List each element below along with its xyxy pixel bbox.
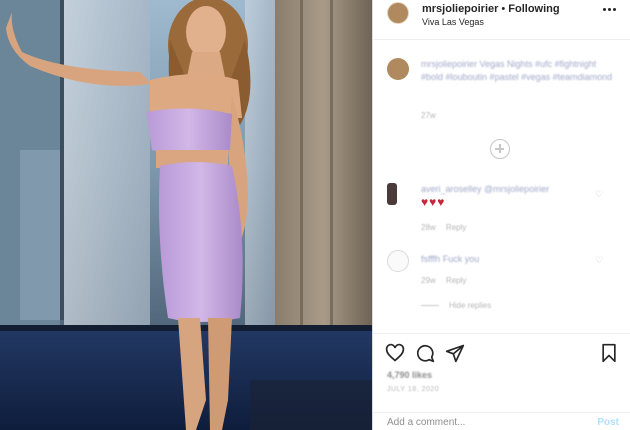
comment-text: averi_aroselley @mrsjoliepoirier ♥♥♥ [421,183,591,210]
caption-time: 27w [421,111,436,120]
plus-circle-icon[interactable] [490,139,510,159]
likes-count[interactable]: 4,790 likes [387,370,432,380]
separator-dot: • [501,3,506,15]
following-button[interactable]: Following [508,3,559,15]
comment-time: 29w [421,276,436,285]
more-icon[interactable] [603,6,617,12]
hide-replies-button[interactable]: Hide replies [421,301,491,310]
comment-meta: 28w Reply [421,223,466,232]
location-link[interactable]: Viva Las Vegas [422,17,484,27]
comment-username[interactable]: averi_aroselley [421,184,482,194]
comment-text: fsfffh Fuck you [421,253,591,266]
comment-body: Fuck you [442,254,480,264]
heart-icon[interactable] [385,343,405,363]
caption-text: mrsjoliepoirier Vegas Nights #ufc #fight… [421,58,616,84]
comment-avatar[interactable] [387,183,397,205]
comment-icon[interactable] [415,343,435,363]
author-line: mrsjoliepoirier • Following [422,3,560,15]
hide-replies-label: Hide replies [449,301,492,310]
author-avatar[interactable] [387,2,409,24]
share-icon[interactable] [445,343,465,363]
comment-hearts: ♥♥♥ [421,195,446,209]
instagram-post: mrsjoliepoirier • Following Viva Las Vegas… [0,0,630,430]
heart-icon[interactable]: ♡ [595,255,603,265]
caption-body: Vegas Nights [479,59,533,69]
comment-meta: 29w Reply [421,276,466,285]
post-side-panel: mrsjoliepoirier • Following Viva Las Vegas… [372,0,630,430]
post-photo[interactable] [0,0,372,430]
comment-time: 28w [421,223,436,232]
comments-list: mrsjoliepoirier Vegas Nights #ufc #fight… [373,41,630,332]
reply-button[interactable]: Reply [446,223,466,232]
add-comment-input[interactable]: Add a comment... [387,417,465,428]
caption-username[interactable]: mrsjoliepoirier [421,59,477,69]
post-actions: 4,790 likes JULY 18, 2020 Add a comment.… [373,333,630,430]
comment-avatar[interactable] [387,250,409,272]
author-username[interactable]: mrsjoliepoirier [422,3,498,15]
post-header: mrsjoliepoirier • Following Viva Las Vegas [373,0,630,40]
photo-illustration [0,0,372,430]
comment-username[interactable]: fsfffh [421,254,440,264]
caption-avatar[interactable] [387,58,409,80]
reply-button[interactable]: Reply [446,276,466,285]
post-date: JULY 18, 2020 [387,386,440,393]
post-comment-button[interactable]: Post [597,417,619,428]
bookmark-icon[interactable] [599,343,619,363]
heart-icon[interactable]: ♡ [595,189,603,199]
add-comment-bar: Add a comment... Post [373,412,630,430]
comment-mention[interactable]: @mrsjoliepoirier [484,184,549,194]
